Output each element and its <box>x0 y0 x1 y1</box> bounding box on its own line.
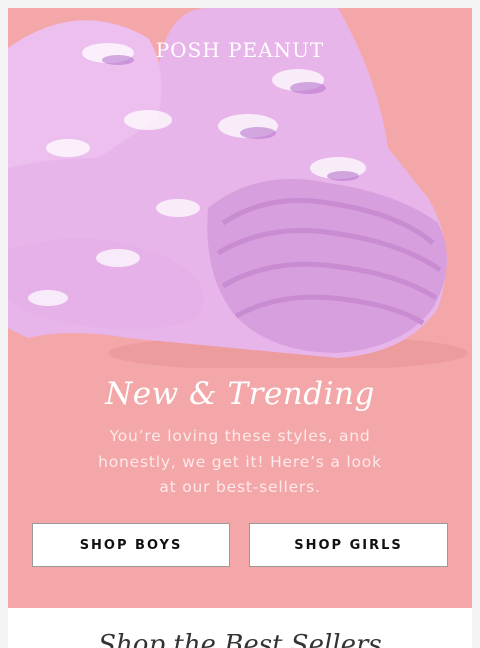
section-heading: Shop the Best Sellers <box>98 630 382 648</box>
shop-boys-button[interactable]: SHOP BOYS <box>32 523 230 567</box>
hero-subcopy: You’re loving these styles, and honestly… <box>98 427 382 496</box>
best-sellers-section: Shop the Best Sellers <box>8 608 472 648</box>
shop-girls-button[interactable]: SHOP GIRLS <box>249 523 448 567</box>
hero-banner: POSH PEANUT New & Trending You’re loving… <box>8 8 472 608</box>
hero-headline: New & Trending <box>105 376 375 412</box>
hero-photo-baby-ruffle-outfit[interactable] <box>8 8 472 368</box>
brand-logo[interactable]: POSH PEANUT <box>8 38 472 62</box>
